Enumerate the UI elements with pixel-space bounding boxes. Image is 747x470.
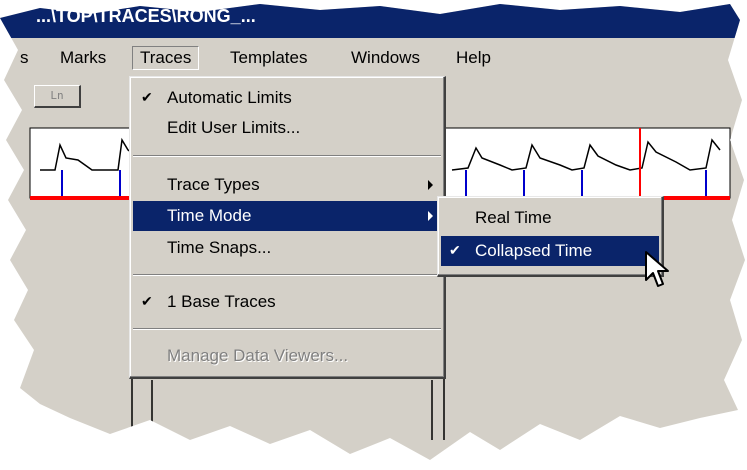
- mouse-pointer-icon: [645, 251, 669, 287]
- menu-item-time-mode[interactable]: Time Mode: [133, 201, 441, 231]
- menu-item-automatic-limits[interactable]: ✔ Automatic Limits: [133, 83, 441, 113]
- menu-item-real-time[interactable]: Real Time: [441, 203, 659, 233]
- menu-item-manage-data-viewers: Manage Data Viewers...: [167, 346, 349, 365]
- menu-file-partial[interactable]: s: [20, 48, 29, 68]
- checkmark-icon: ✔: [141, 293, 153, 309]
- menu-item-time-snaps[interactable]: Time Snaps...: [133, 233, 441, 263]
- menu-templates[interactable]: Templates: [230, 48, 307, 68]
- menu-item-trace-types[interactable]: Trace Types: [133, 170, 441, 200]
- menu-marks[interactable]: Marks: [60, 48, 106, 68]
- menu-item-edit-user-limits[interactable]: Edit User Limits...: [133, 113, 441, 143]
- menu-help[interactable]: Help: [456, 48, 491, 68]
- menu-separator: [133, 274, 441, 276]
- submenu-arrow-icon: [428, 211, 433, 221]
- toolbar-button[interactable]: Ln: [34, 85, 81, 108]
- menu-windows[interactable]: Windows: [351, 48, 420, 68]
- checkmark-icon: ✔: [141, 89, 153, 105]
- traces-menu: ✔ Automatic Limits Edit User Limits... T…: [129, 76, 446, 379]
- menu-item-base-traces[interactable]: ✔ 1 Base Traces: [133, 287, 441, 317]
- window-title: ...\TOP\TRACES\RONG_...: [36, 6, 256, 26]
- menu-separator: [133, 328, 441, 330]
- checkmark-icon: ✔: [449, 242, 461, 258]
- menu-item-collapsed-time[interactable]: ✔ Collapsed Time: [441, 236, 659, 266]
- menu-traces[interactable]: Traces: [132, 46, 200, 70]
- submenu-arrow-icon: [428, 180, 433, 190]
- menu-separator: [133, 155, 441, 157]
- time-mode-submenu: Real Time ✔ Collapsed Time: [437, 196, 664, 277]
